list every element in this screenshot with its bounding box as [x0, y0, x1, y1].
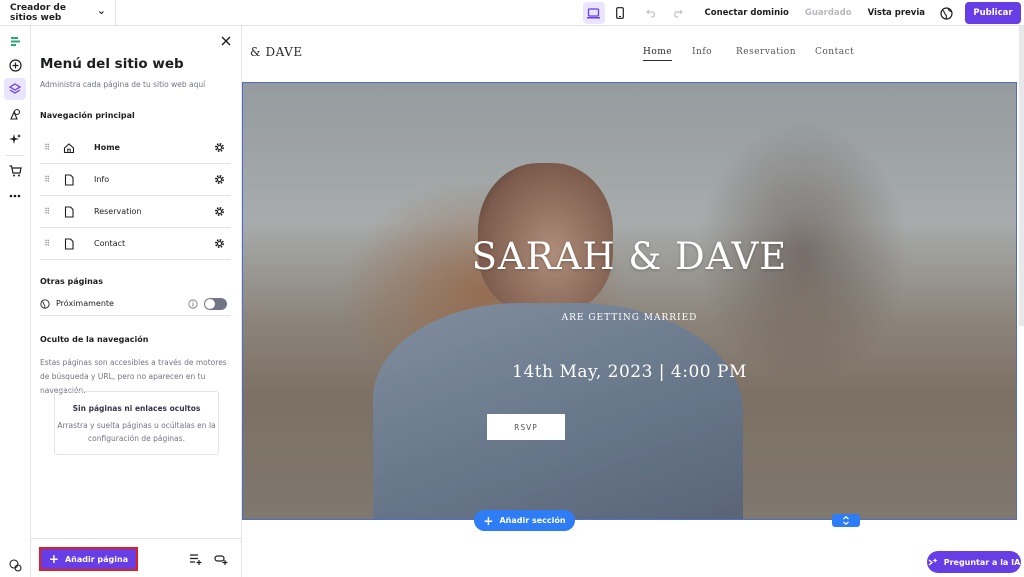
undo-button[interactable] — [641, 2, 663, 24]
redo-button[interactable] — [667, 2, 689, 24]
drag-handle-icon[interactable]: ⠿ — [40, 175, 54, 184]
add-page-label: Añadir página — [64, 554, 129, 564]
connect-domain-button[interactable]: Conectar dominio — [697, 8, 797, 18]
help-button[interactable] — [4, 554, 26, 576]
chevron-down-icon — [99, 11, 105, 15]
saved-status: Guardado — [804, 8, 852, 18]
empty-title: Sin páginas ni enlaces ocultos — [72, 404, 201, 413]
nav-item-label: Contact — [94, 239, 126, 248]
language-button[interactable] — [935, 2, 957, 24]
hidden-pages-empty-state: Sin páginas ni enlaces ocultos Arrastra … — [54, 391, 219, 455]
ask-ai-button[interactable]: Preguntar a la IA — [927, 551, 1021, 573]
section-resize-handle[interactable] — [832, 514, 860, 527]
page-icon — [64, 237, 74, 250]
pages-button[interactable] — [4, 78, 26, 100]
add-section-label: Añadir sección — [499, 516, 566, 525]
add-external-link-icon[interactable] — [214, 552, 228, 566]
site-menu-panel: Menú del sitio web Administra cada págin… — [31, 26, 242, 577]
coming-soon-row: Próximamente — [40, 292, 231, 316]
plus-icon: + — [483, 513, 494, 528]
mobile-view-button[interactable] — [609, 2, 631, 24]
plus-circle-icon — [8, 58, 22, 72]
left-rail — [0, 26, 31, 577]
page-icon — [64, 205, 74, 218]
site-logo[interactable]: & DAVE — [250, 45, 303, 59]
desktop-icon — [587, 7, 600, 18]
drag-handle-icon[interactable]: ⠿ — [40, 239, 54, 248]
hero-date[interactable]: 14th May, 2023 | 4:00 PM — [243, 362, 1016, 382]
coming-soon-toggle[interactable] — [204, 297, 227, 310]
globe-icon — [40, 298, 50, 309]
resize-vertical-icon — [843, 516, 849, 525]
canvas-scrollbar[interactable] — [1019, 26, 1024, 326]
gear-icon[interactable] — [214, 206, 225, 217]
nav-item-label: Reservation — [94, 207, 142, 216]
panel-footer: + Añadir página — [31, 538, 242, 577]
gear-icon[interactable] — [214, 142, 225, 153]
site-builder-menu[interactable]: Creador de sitios web — [0, 0, 116, 26]
add-page-button[interactable]: + Añadir página — [39, 547, 138, 571]
site-builder-label: Creador de sitios web — [10, 2, 66, 23]
help-settings-icon — [8, 558, 22, 572]
cart-icon — [9, 165, 22, 177]
panel-subtitle: Administra cada página de tu sitio web a… — [40, 80, 206, 89]
nav-item-label: Home — [94, 143, 120, 152]
ask-ai-label: Preguntar a la IA — [943, 557, 1021, 567]
undo-icon — [646, 9, 655, 18]
redo-icon — [674, 9, 683, 18]
logo-icon — [4, 30, 26, 52]
site-nav-info[interactable]: Info — [692, 47, 712, 57]
rsvp-button[interactable]: RSVP — [487, 414, 565, 440]
hero-subtitle[interactable]: ARE GETTING MARRIED — [243, 313, 1016, 323]
styles-button[interactable] — [4, 103, 26, 125]
nav-item-info[interactable]: ⠿ Info — [40, 164, 231, 196]
publish-button[interactable]: Publicar — [965, 2, 1021, 24]
nav-item-home[interactable]: ⠿ Home — [40, 132, 231, 164]
rail-divider — [6, 155, 24, 156]
info-icon[interactable] — [188, 298, 198, 309]
nav-item-reservation[interactable]: ⠿ Reservation — [40, 196, 231, 228]
drag-handle-icon[interactable]: ⠿ — [40, 207, 54, 216]
ai-chat-icon — [928, 557, 938, 565]
nav-item-label: Info — [94, 175, 110, 184]
sparkle-icon — [8, 133, 21, 144]
other-pages-heading: Otras páginas — [40, 277, 103, 286]
store-button[interactable] — [4, 160, 26, 182]
page-icon — [64, 173, 74, 186]
main-nav-heading: Navegación principal — [40, 111, 135, 120]
hero-title[interactable]: SARAH & DAVE — [243, 235, 1016, 278]
site-nav-home[interactable]: Home — [643, 47, 673, 61]
gear-icon[interactable] — [214, 174, 225, 185]
site-nav-contact[interactable]: Contact — [815, 47, 854, 57]
preview-button[interactable]: Vista previa — [860, 8, 933, 18]
layers-icon — [9, 83, 21, 94]
mobile-icon — [615, 7, 624, 19]
hero-section[interactable]: SARAH & DAVE ARE GETTING MARRIED 14th Ma… — [242, 82, 1017, 520]
add-element-button[interactable] — [4, 54, 26, 76]
shapes-icon — [9, 108, 20, 120]
nav-item-contact[interactable]: ⠿ Contact — [40, 228, 231, 260]
hidden-heading: Oculto de la navegación — [40, 335, 149, 344]
top-bar: Creador de sitios web Conectar dominio G… — [0, 0, 1024, 26]
close-icon[interactable] — [219, 34, 233, 48]
globe-icon — [939, 6, 953, 20]
panel-title: Menú del sitio web — [40, 56, 184, 72]
site-nav-reservation[interactable]: Reservation — [736, 47, 796, 57]
hero-overlay — [243, 83, 1016, 519]
plus-icon: + — [48, 552, 59, 566]
coming-soon-label: Próximamente — [56, 299, 114, 308]
desktop-view-button[interactable] — [582, 2, 605, 24]
home-icon — [63, 142, 75, 153]
ai-tools-button[interactable] — [4, 128, 26, 150]
empty-description: Arrastra y suelta páginas u ocúltalas en… — [57, 421, 216, 443]
gear-icon[interactable] — [214, 238, 225, 249]
add-section-button[interactable]: + Añadir sección — [474, 510, 575, 531]
drag-handle-icon[interactable]: ⠿ — [40, 143, 54, 152]
more-dots-icon — [9, 194, 21, 198]
add-link-icon[interactable] — [189, 552, 203, 566]
more-button[interactable] — [4, 185, 26, 207]
